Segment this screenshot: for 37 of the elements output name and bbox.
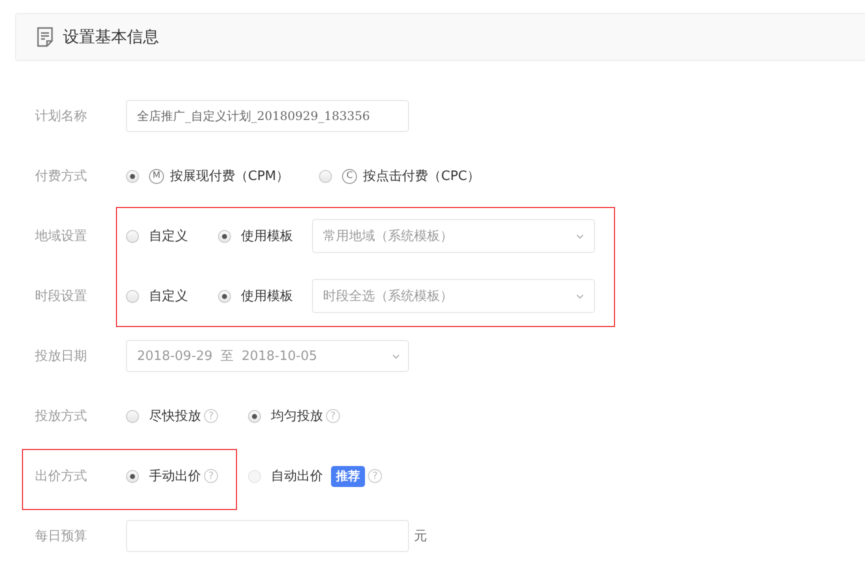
field-label: 付费方式: [35, 168, 88, 185]
field-label: 时段设置: [35, 288, 88, 305]
radio-button[interactable]: [126, 290, 139, 302]
document-icon: [36, 27, 54, 47]
radio-button[interactable]: [248, 410, 261, 422]
option-label[interactable]: 自定义: [149, 287, 188, 305]
radio-button[interactable]: [126, 470, 139, 482]
circled-letter: M: [149, 168, 164, 184]
field-label: 投放方式: [35, 408, 88, 425]
field-label: 投放日期: [35, 348, 88, 365]
circled-letter: C: [342, 168, 358, 184]
option-label[interactable]: 尽快投放: [149, 407, 201, 425]
option-label[interactable]: 按展现付费（CPM）: [170, 167, 290, 185]
caret-icon: [576, 234, 584, 238]
radio-button[interactable]: [126, 410, 139, 422]
option-label[interactable]: 按点击付费（CPC）: [363, 167, 480, 185]
radio-button[interactable]: [126, 230, 139, 242]
field-label: 出价方式: [35, 468, 88, 485]
option-label[interactable]: 使用模板: [241, 227, 293, 245]
budget-field[interactable]: [126, 520, 409, 552]
caret-icon: [392, 354, 400, 358]
radio-button[interactable]: [319, 170, 332, 182]
caret-icon: [576, 294, 584, 298]
field-label: 每日预算: [35, 528, 88, 545]
radio-button[interactable]: [218, 290, 231, 302]
field-label: 地域设置: [35, 228, 88, 245]
radio-button[interactable]: [218, 230, 231, 242]
option-label[interactable]: 使用模板: [241, 287, 293, 305]
option-label[interactable]: 手动出价: [149, 467, 201, 485]
unit-label: 元: [414, 528, 427, 545]
option-label[interactable]: 自定义: [149, 227, 188, 245]
field-label: 计划名称: [35, 108, 88, 125]
input-field[interactable]: 全店推广_自定义计划_20180929_183356: [126, 100, 409, 132]
option-label[interactable]: 均匀投放: [271, 407, 323, 425]
radio-button[interactable]: [126, 170, 139, 182]
recommend-tag: 推荐: [331, 466, 365, 486]
section-title: 设置基本信息: [63, 26, 159, 48]
